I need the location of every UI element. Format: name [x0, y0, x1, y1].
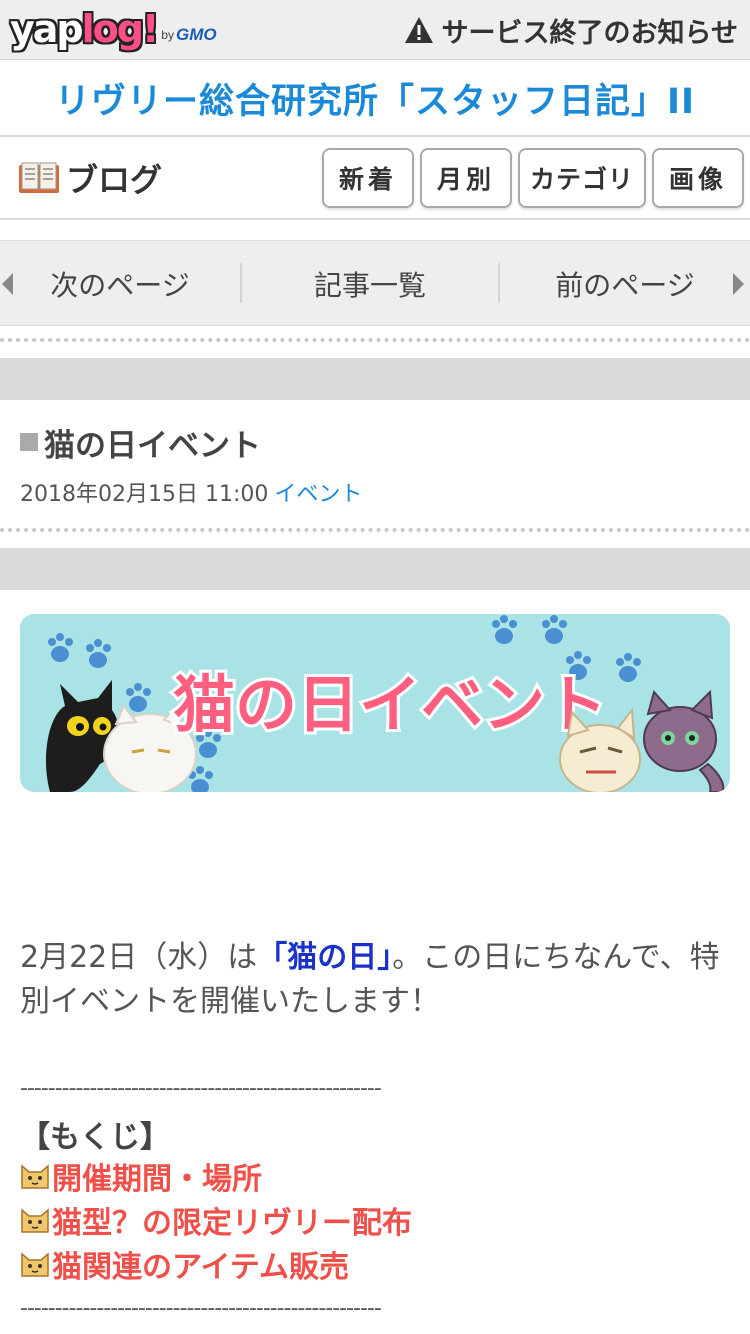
- toc-item-period-location[interactable]: 開催期間・場所: [20, 1155, 262, 1197]
- toc-item-limited-livly[interactable]: 猫型？の限定リヴリー配布: [20, 1199, 412, 1241]
- yaplog-logo[interactable]: yaplog! by GMO: [10, 6, 217, 52]
- prev-page-link[interactable]: 前のページ: [500, 241, 750, 327]
- notice-label: サービス終了のお知らせ: [441, 17, 738, 49]
- article-category-link[interactable]: イベント: [274, 482, 362, 507]
- article-date: 2018年02月15日 11:00: [20, 482, 269, 507]
- dotted-divider: [0, 338, 750, 342]
- banner-title-text: 猫の日イベント: [173, 668, 607, 741]
- arrow-right-icon: [733, 273, 744, 295]
- cat-day-highlight: 「猫の日」: [257, 940, 393, 975]
- article-body-paragraph: 2月22日（水）は「猫の日」。この日にちなんで、特別イベントを開催いたします！: [20, 936, 730, 1024]
- category-button[interactable]: カテゴリ: [518, 148, 646, 208]
- toc-item-label: 猫関連のアイテム販売: [52, 1250, 349, 1285]
- blog-label-text: ブログ: [66, 161, 163, 199]
- cat-face-icon: [21, 1208, 49, 1233]
- toc-item-label: 開催期間・場所: [52, 1162, 262, 1197]
- section-band: [0, 548, 750, 590]
- next-page-link[interactable]: 次のページ: [0, 241, 240, 327]
- toc-item-cat-items[interactable]: 猫関連のアイテム販売: [20, 1243, 349, 1285]
- images-button[interactable]: 画像: [652, 148, 744, 208]
- article-meta: 2018年02月15日 11:00 イベント: [20, 476, 362, 508]
- logo-by: by: [161, 28, 174, 42]
- blog-label: ブログ: [18, 156, 162, 200]
- book-icon: [19, 162, 59, 193]
- logo-wordmark: yaplog!: [10, 7, 159, 51]
- new-posts-button[interactable]: 新着: [322, 148, 414, 208]
- site-title-bar: リヴリー総合研究所「スタッフ日記」II: [0, 61, 750, 137]
- section-band: [0, 358, 750, 400]
- article-title-text: 猫の日イベント: [44, 427, 261, 464]
- square-bullet-icon: [20, 433, 38, 451]
- dashed-rule: ----------------------------------------…: [20, 1296, 382, 1321]
- toc-item-label: 猫型？の限定リヴリー配布: [52, 1206, 412, 1241]
- blog-nav-bar: ブログ 新着 月別 カテゴリ 画像: [0, 138, 750, 220]
- site-title-link[interactable]: リヴリー総合研究所「スタッフ日記」II: [55, 73, 695, 124]
- dotted-divider: [0, 528, 750, 532]
- article-title: 猫の日イベント: [20, 420, 261, 464]
- body-text-pre: 2月22日（水）は: [20, 940, 258, 975]
- article-list-link[interactable]: 記事一覧: [242, 241, 498, 327]
- article-pager: 次のページ 記事一覧 前のページ: [0, 240, 750, 326]
- top-bar: yaplog! by GMO サービス終了のお知らせ: [0, 0, 750, 60]
- cat-face-icon: [21, 1252, 49, 1277]
- monthly-button[interactable]: 月別: [420, 148, 512, 208]
- logo-gmo: GMO: [175, 25, 217, 44]
- service-end-notice-link[interactable]: サービス終了のお知らせ: [404, 10, 738, 50]
- toc-heading: 【もくじ】: [20, 1120, 170, 1155]
- dashed-rule: ----------------------------------------…: [20, 1076, 382, 1101]
- warning-icon: [404, 17, 433, 43]
- event-banner-image: 猫の日イベント: [20, 614, 730, 792]
- cat-face-icon: [21, 1164, 49, 1189]
